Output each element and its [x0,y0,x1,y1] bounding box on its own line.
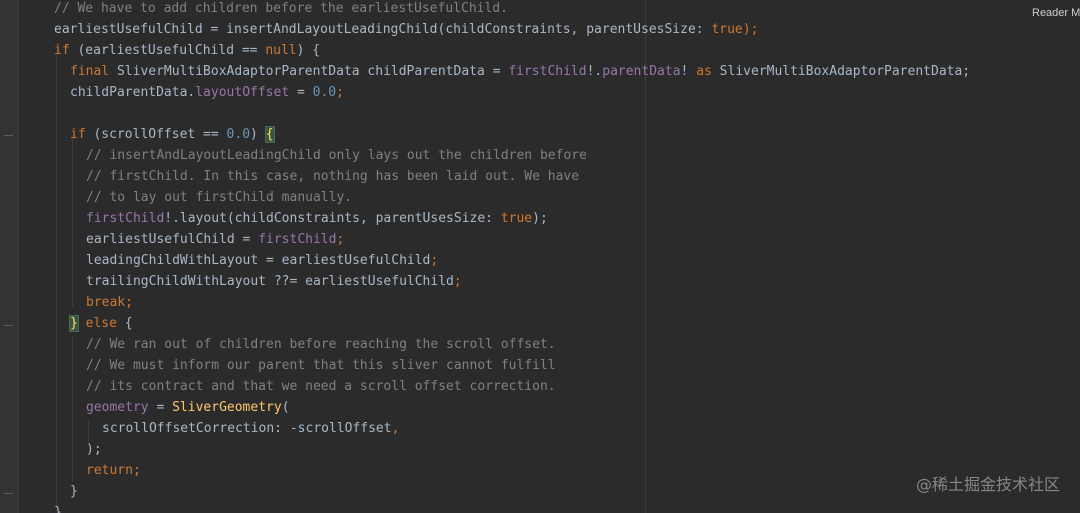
code-text: { [116,316,133,331]
code-text: SliverMultiBoxAdaptorParentData childPar… [109,64,509,79]
code-keyword: if [54,43,70,58]
code-punctuation: , [391,421,400,436]
code-number: 0.0 [312,85,337,100]
code-text: } [70,484,78,499]
code-text: ); [86,442,102,457]
code-line[interactable]: } else { [54,313,1080,334]
reader-mode-button[interactable]: Reader M [1032,7,1080,19]
code-text: SliverMultiBoxAdaptorParentData; [711,64,971,79]
code-keyword: return [86,463,133,478]
editor-gutter[interactable] [0,0,19,513]
code-text: childParentData. [70,85,196,100]
code-text: ! [680,64,697,79]
watermark: @稀土掘金技术社区 [915,475,1060,494]
code-keyword: as [696,64,712,79]
code-text: ); [532,211,548,226]
code-class: SliverGeometry [172,400,282,415]
code-text: leadingChildWithLayout = earliestUsefulC… [86,253,431,268]
code-keyword: break [86,295,126,310]
fold-marker-icon[interactable] [4,325,13,326]
code-line[interactable]: trailingChildWithLayout ??= earliestUsef… [54,271,1080,292]
code-line[interactable]: earliestUsefulChild = insertAndLayoutLea… [54,19,1080,40]
code-field: geometry [86,400,149,415]
code-punctuation: ; [336,85,344,100]
code-text: (scrollOffset == [85,127,227,142]
code-editor[interactable]: // We have to add children before the ea… [0,0,1080,513]
code-text: !. [586,64,603,79]
code-area[interactable]: // We have to add children before the ea… [54,0,1080,513]
code-keyword: if [70,127,86,142]
code-line[interactable]: break; [54,292,1080,313]
code-line[interactable]: // We have to add children before the ea… [54,0,1080,19]
code-keyword: true [711,22,743,37]
code-text: ( [281,400,290,415]
code-keyword: true [500,211,533,226]
code-line[interactable]: // firstChild. In this case, nothing has… [54,166,1080,187]
code-number: 0.0 [226,127,251,142]
code-line[interactable]: // insertAndLayoutLeadingChild only lays… [54,145,1080,166]
code-text: earliestUsefulChild = insertAndLayoutLea… [54,22,712,37]
code-comment: // We must inform our parent that this s… [86,358,556,373]
code-text: = [289,85,313,100]
code-line[interactable]: final SliverMultiBoxAdaptorParentData ch… [54,61,1080,82]
code-field: layoutOffset [195,85,290,100]
code-line[interactable]: leadingChildWithLayout = earliestUsefulC… [54,250,1080,271]
code-line[interactable]: if (earliestUsefulChild == null) { [54,40,1080,61]
matched-brace: { [264,126,275,143]
code-comment: // insertAndLayoutLeadingChild only lays… [86,148,587,163]
code-line[interactable]: geometry = SliverGeometry( [54,397,1080,418]
code-comment: // We have to add children before the ea… [54,1,508,16]
code-line[interactable]: if (scrollOffset == 0.0) { [54,124,1080,145]
code-line[interactable]: // to lay out firstChild manually. [54,187,1080,208]
fold-marker-icon[interactable] [4,135,13,136]
code-text: earliestUsefulChild = [86,232,259,247]
code-line[interactable]: // We ran out of children before reachin… [54,334,1080,355]
code-comment: // We ran out of children before reachin… [86,337,556,352]
code-keyword: else [77,316,117,331]
matched-brace: } [69,315,79,332]
code-field: firstChild [508,64,587,79]
code-comment: // firstChild. In this case, nothing has… [86,169,580,184]
code-keyword: final [70,64,110,79]
code-line[interactable]: } [54,502,1080,513]
code-line[interactable]: earliestUsefulChild = firstChild; [54,229,1080,250]
code-punctuation: ); [742,22,759,37]
code-punctuation: ; [453,274,462,289]
code-line[interactable]: // We must inform our parent that this s… [54,355,1080,376]
code-text: trailingChildWithLayout ??= earliestUsef… [86,274,454,289]
code-line-empty[interactable] [54,103,1080,124]
code-text: ) { [296,43,321,58]
code-keyword: null [265,43,297,58]
code-comment: // its contract and that we need a scrol… [86,379,556,394]
code-punctuation: ; [132,463,141,478]
code-line[interactable]: firstChild!.layout(childConstraints, par… [54,208,1080,229]
code-field: firstChild [258,232,337,247]
code-line[interactable]: childParentData.layoutOffset = 0.0; [54,82,1080,103]
code-text: scrollOffsetCorrection: -scrollOffset [102,421,392,436]
code-line[interactable]: scrollOffsetCorrection: -scrollOffset, [54,418,1080,439]
code-text: ) [250,127,266,142]
code-line[interactable]: ); [54,439,1080,460]
code-text: !.layout(childConstraints, parentUsesSiz… [164,211,501,226]
code-field: firstChild [86,211,165,226]
code-line[interactable]: // its contract and that we need a scrol… [54,376,1080,397]
code-text: = [148,400,173,415]
code-punctuation: ; [336,232,345,247]
code-text: (earliestUsefulChild == [69,43,266,58]
code-field: parentData [602,64,681,79]
code-punctuation: ; [430,253,439,268]
code-comment: // to lay out firstChild manually. [86,190,353,205]
code-punctuation: ; [125,295,133,310]
code-text: } [54,505,62,513]
fold-marker-icon[interactable] [4,493,13,494]
